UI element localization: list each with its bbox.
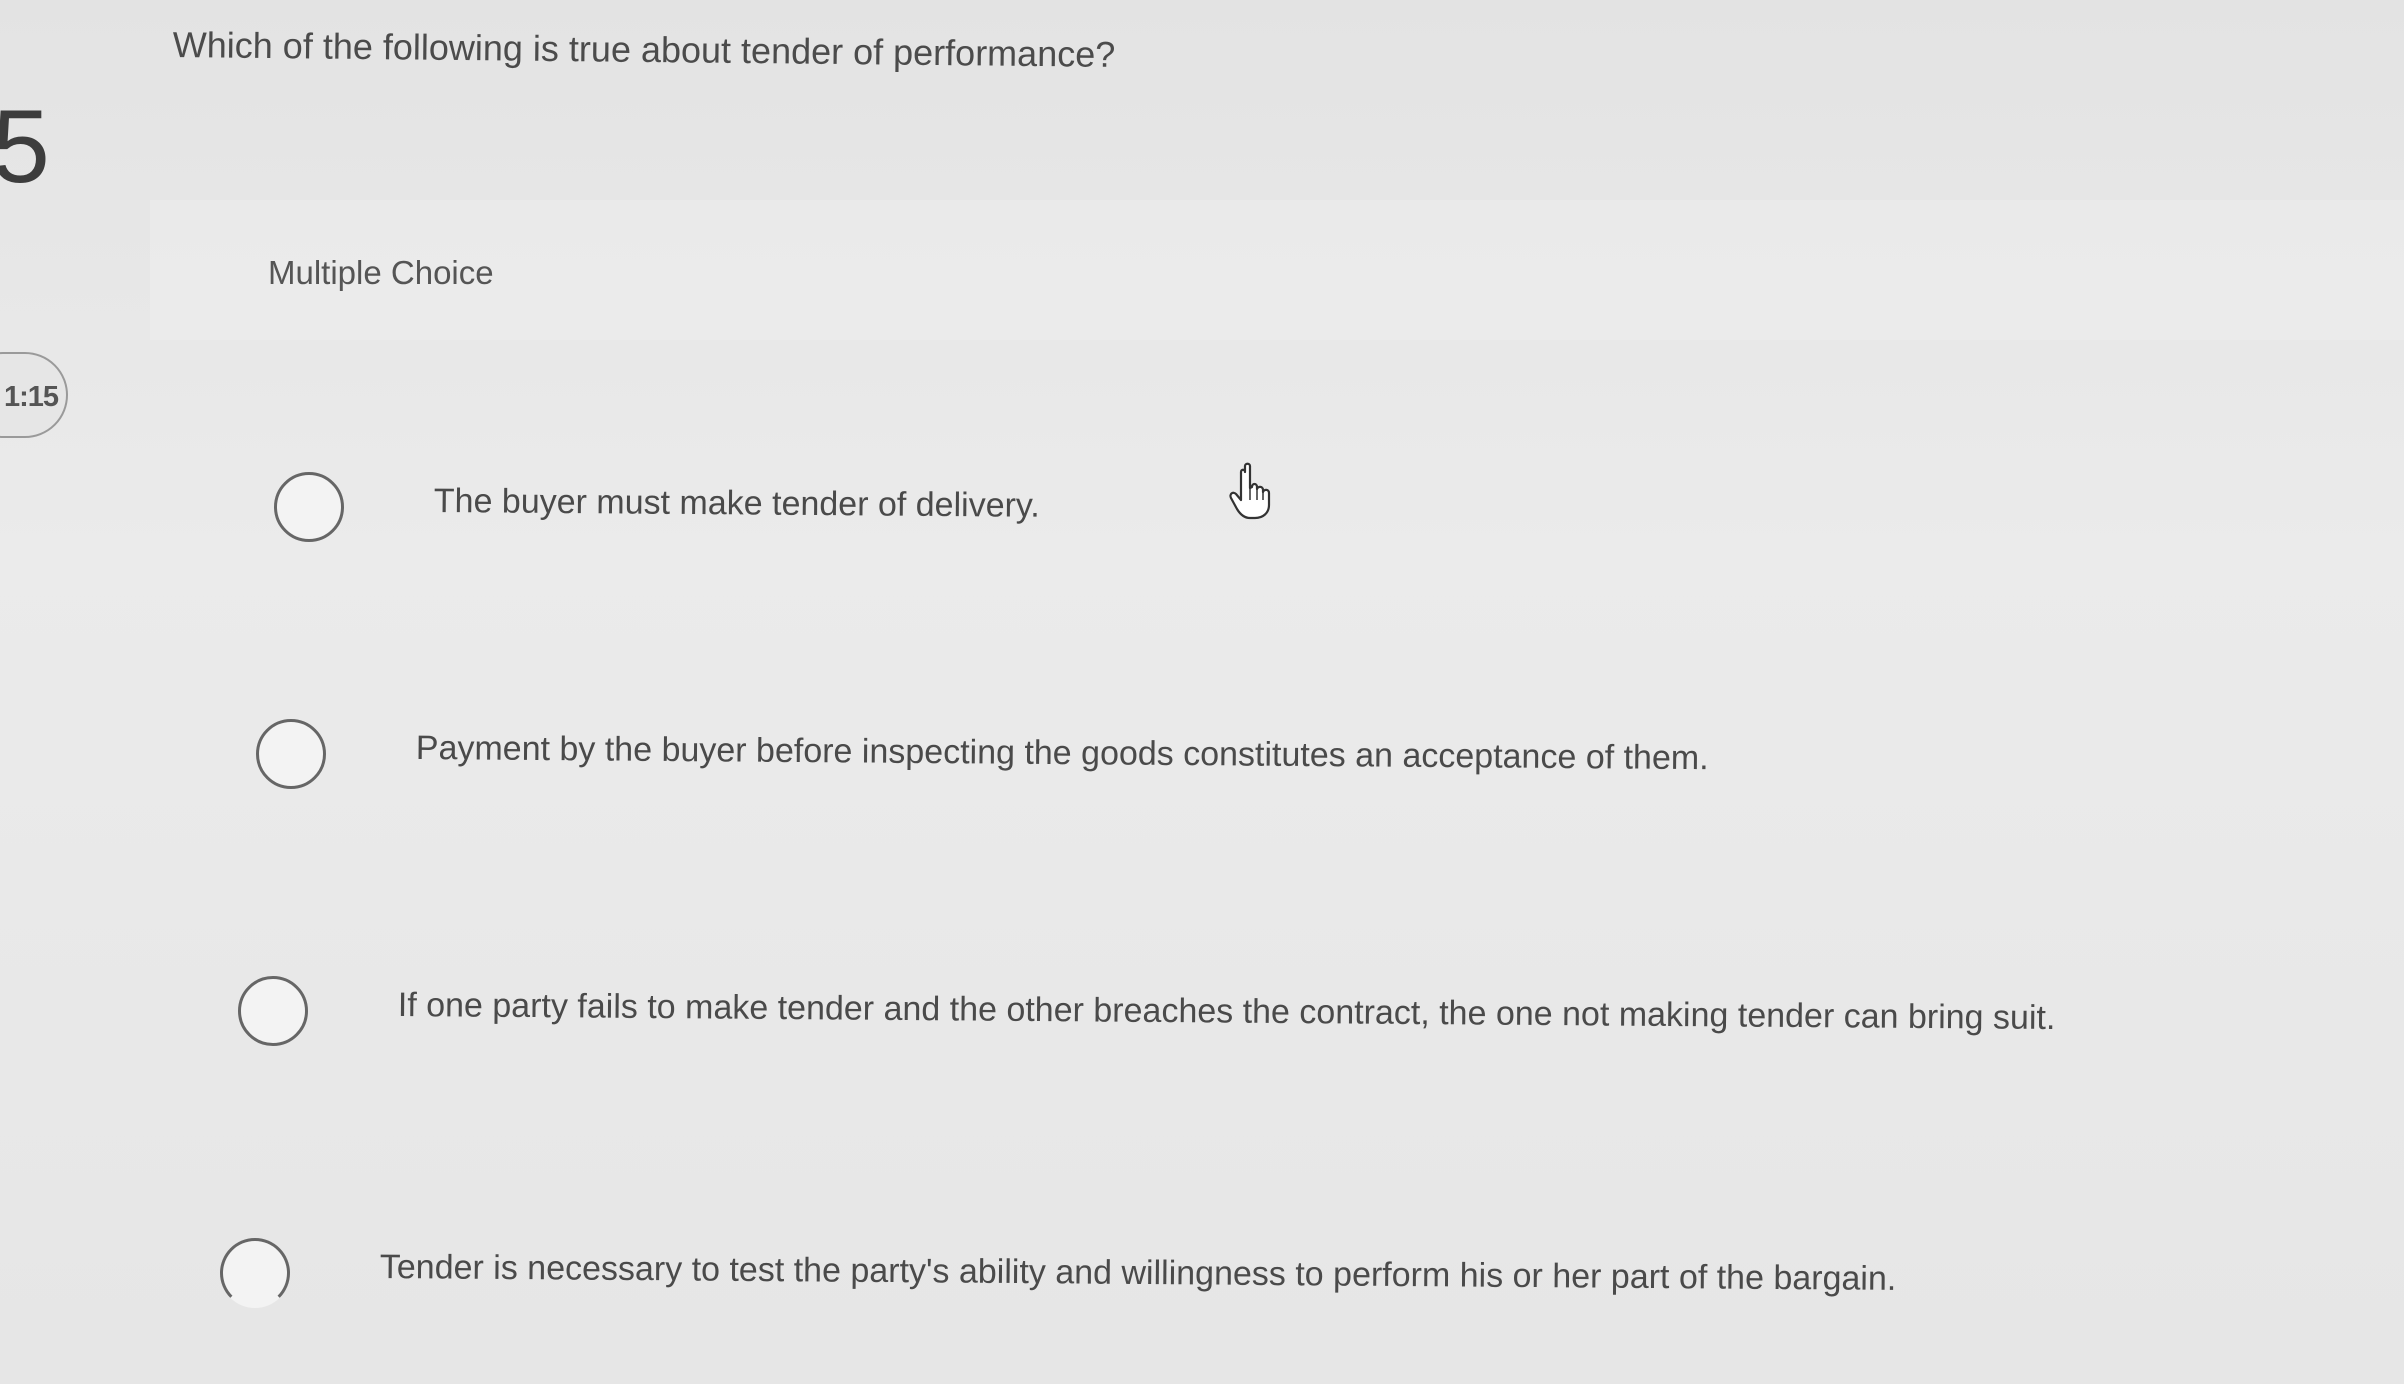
answer-option-3[interactable]: If one party fails to make tender and th… <box>238 976 2338 1066</box>
answer-option-2[interactable]: Payment by the buyer before inspecting t… <box>256 719 2356 809</box>
question-prompt: Which of the following is true about ten… <box>172 24 1116 75</box>
answer-option-1[interactable]: The buyer must make tender of delivery. <box>274 472 2374 562</box>
answer-option-label[interactable]: Payment by the buyer before inspecting t… <box>416 729 1709 778</box>
radio-button[interactable] <box>238 976 308 1046</box>
radio-button[interactable] <box>256 719 326 789</box>
radio-button[interactable] <box>220 1238 290 1308</box>
answer-option-4[interactable]: Tender is necessary to test the party's … <box>220 1238 2320 1328</box>
timer-text: 1:15 <box>4 381 59 413</box>
radio-button[interactable] <box>274 472 344 542</box>
question-type-label: Multiple Choice <box>268 254 494 291</box>
question-number: 5 <box>0 89 50 205</box>
answer-option-label[interactable]: The buyer must make tender of delivery. <box>434 482 1040 526</box>
hand-pointer-icon <box>1229 462 1271 520</box>
timer-badge: 1:15 <box>0 352 68 438</box>
answer-option-label[interactable]: Tender is necessary to test the party's … <box>380 1248 1897 1299</box>
answer-option-label[interactable]: If one party fails to make tender and th… <box>398 986 2056 1038</box>
left-rail: 5 1:15 <box>0 0 80 1384</box>
